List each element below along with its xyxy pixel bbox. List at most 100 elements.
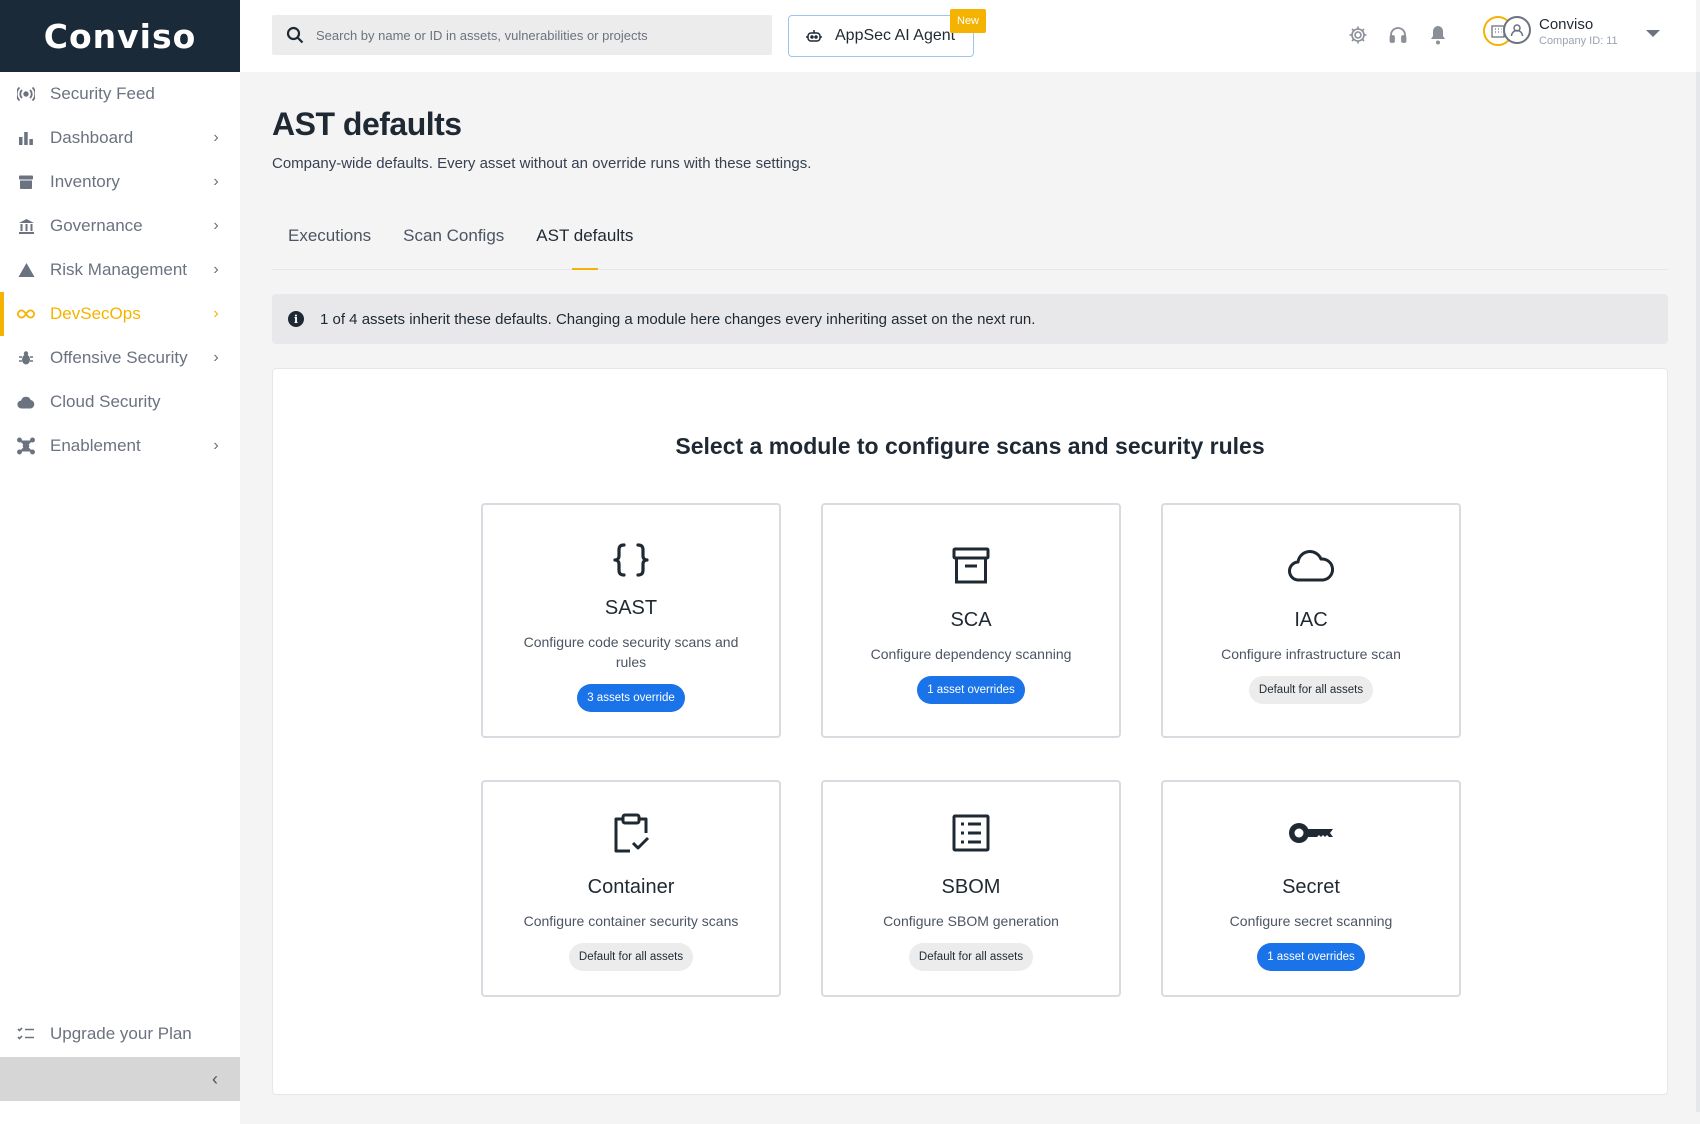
module-title: SCA [950, 609, 992, 631]
search-icon [286, 26, 304, 44]
tab-ast-defaults[interactable]: AST defaults [520, 226, 649, 270]
key-icon [1288, 812, 1334, 854]
page-subtitle: Company-wide defaults. Every asset witho… [272, 155, 812, 172]
new-badge: New [950, 9, 987, 33]
search-input[interactable] [316, 27, 756, 43]
headset-icon[interactable] [1388, 24, 1408, 46]
sidebar-item-label: Governance [50, 216, 143, 235]
chevron-right-icon: › [213, 129, 219, 146]
default-badge: Default for all assets [908, 943, 1034, 971]
sidebar-item-dashboard[interactable]: Dashboard › [0, 116, 240, 160]
page-title: AST defaults [272, 106, 462, 142]
logo[interactable]: Conviso [0, 0, 240, 72]
info-icon: i [288, 311, 304, 327]
user-text: Conviso Company ID: 11 [1539, 16, 1618, 47]
cloud-icon [17, 393, 35, 411]
info-banner: i 1 of 4 assets inherit these defaults. … [272, 294, 1668, 344]
infinity-icon [17, 305, 35, 323]
braces-icon [611, 539, 651, 581]
module-card-sca[interactable]: SCA Configure dependency scanning 1 asse… [821, 503, 1121, 738]
module-title: Container [587, 876, 675, 898]
sidebar-nav: Security Feed Dashboard › Inventory › Go… [0, 72, 240, 468]
sidebar-item-cloud-security[interactable]: Cloud Security [0, 380, 240, 424]
sidebar-item-label: Dashboard [50, 128, 134, 147]
company-id: Company ID: 11 [1539, 34, 1618, 47]
module-card-iac[interactable]: IAC Configure infrastructure scan Defaul… [1161, 503, 1461, 738]
clipboard-check-icon [611, 812, 651, 854]
chevron-right-icon: › [213, 437, 219, 454]
module-description: Configure infrastructure scan [1221, 646, 1401, 662]
sidebar-item-label: Security Feed [50, 84, 155, 103]
module-card-sast[interactable]: SAST Configure code security scans and r… [481, 503, 781, 738]
bug-icon [17, 349, 35, 367]
default-badge: Default for all assets [568, 943, 694, 971]
sidebar-item-label: Enablement [50, 436, 141, 455]
sidebar-item-governance[interactable]: Governance › [0, 204, 240, 248]
default-badge: Default for all assets [1248, 676, 1374, 704]
user-icon [1503, 16, 1531, 44]
user-menu[interactable]: Conviso Company ID: 11 [1483, 14, 1618, 48]
chevron-right-icon: › [213, 349, 219, 366]
module-description: Configure code security scans and rules [523, 634, 739, 670]
tab-scan-configs[interactable]: Scan Configs [387, 226, 520, 270]
sidebar-item-label: Inventory [50, 172, 120, 191]
chevron-right-icon: › [213, 261, 219, 278]
sidebar-item-risk-management[interactable]: Risk Management › [0, 248, 240, 292]
override-badge: 1 asset overrides [1257, 943, 1365, 971]
radar-icon [17, 85, 35, 103]
panel-title: Select a module to configure scans and s… [675, 433, 1265, 459]
sidebar-item-devsecops[interactable]: DevSecOps › [0, 292, 240, 336]
robot-icon [805, 28, 823, 44]
sidebar: Conviso Security Feed Dashboard › Invent… [0, 0, 240, 1124]
module-description: Configure container security scans [523, 913, 739, 929]
scrollbar[interactable] [1696, 72, 1700, 1112]
topbar: AppSec AI Agent New Conviso Company ID: … [240, 0, 1696, 72]
tab-executions[interactable]: Executions [272, 226, 387, 270]
sidebar-item-offensive-security[interactable]: Offensive Security › [0, 336, 240, 380]
sidebar-item-label: Cloud Security [50, 392, 161, 411]
module-card-container[interactable]: Container Configure container security s… [481, 780, 781, 997]
caret-down-icon[interactable] [1646, 30, 1660, 37]
gear-icon[interactable] [1348, 24, 1368, 46]
collapse-sidebar-button[interactable]: ‹ [0, 1057, 240, 1101]
sidebar-item-security-feed[interactable]: Security Feed [0, 72, 240, 116]
sidebar-item-enablement[interactable]: Enablement › [0, 424, 240, 468]
user-name: Conviso [1539, 15, 1594, 33]
sidebar-item-label: Offensive Security [50, 348, 188, 367]
module-title: SAST [604, 597, 658, 619]
cloud-outline-icon [1287, 545, 1335, 587]
sidebar-item-inventory[interactable]: Inventory › [0, 160, 240, 204]
sidebar-item-label: DevSecOps [50, 304, 141, 323]
archive-box-icon [951, 545, 991, 587]
info-text: 1 of 4 assets inherit these defaults. Ch… [320, 310, 1036, 328]
appsec-ai-agent-label: AppSec AI Agent [835, 27, 956, 44]
bell-icon[interactable] [1428, 24, 1448, 46]
checklist-icon [17, 1026, 35, 1042]
module-title: Secret [1282, 876, 1340, 898]
module-description: Configure SBOM generation [883, 913, 1059, 929]
module-title: IAC [1294, 609, 1328, 631]
sidebar-item-label: Risk Management [50, 260, 188, 279]
module-card-sbom[interactable]: SBOM Configure SBOM generation Default f… [821, 780, 1121, 997]
archive-icon [17, 173, 35, 191]
topbar-actions [1348, 24, 1448, 46]
upgrade-plan-label: Upgrade your Plan [50, 1024, 192, 1043]
chevron-right-icon: › [213, 217, 219, 234]
chevron-right-icon: › [213, 305, 219, 322]
warning-icon [17, 261, 35, 279]
upgrade-plan-link[interactable]: Upgrade your Plan [0, 1012, 240, 1056]
module-title: SBOM [941, 876, 1001, 898]
module-description: Configure secret scanning [1229, 913, 1393, 929]
logo-text: Conviso [43, 16, 197, 56]
bank-icon [17, 217, 35, 235]
module-card-secret[interactable]: Secret Configure secret scanning 1 asset… [1161, 780, 1461, 997]
main-content: AST defaults Company-wide defaults. Ever… [272, 72, 1668, 1095]
network-icon [17, 437, 35, 455]
chevron-left-icon: ‹ [212, 1068, 218, 1089]
modules-grid: SAST Configure code security scans and r… [481, 503, 1461, 997]
tabs: Executions Scan Configs AST defaults [272, 226, 1668, 270]
appsec-ai-agent-button[interactable]: AppSec AI Agent [788, 15, 974, 57]
chevron-right-icon: › [213, 173, 219, 190]
avatar [1483, 14, 1531, 48]
search-box[interactable] [272, 15, 772, 55]
